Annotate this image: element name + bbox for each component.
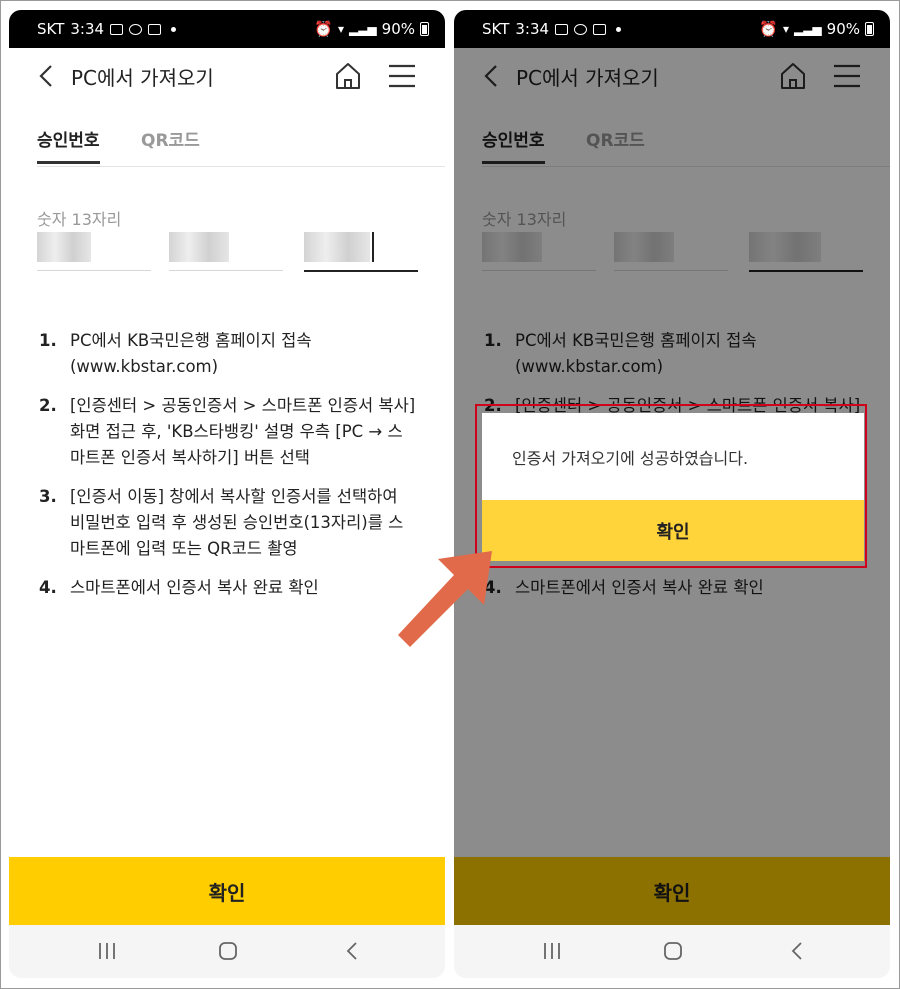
- masked-digits: [169, 232, 229, 262]
- home-icon[interactable]: [333, 61, 363, 91]
- approval-number-input-1[interactable]: [37, 232, 151, 271]
- tab-approval-number[interactable]: 승인번호: [37, 126, 100, 164]
- instruction-list: 1. PC에서 KB국민은행 홈페이지 접속 (www.kbstar.com) 2.…: [39, 328, 434, 614]
- back-nav-icon[interactable]: [784, 938, 810, 964]
- home-nav-icon[interactable]: [215, 938, 241, 964]
- system-nav-bar: [454, 925, 890, 978]
- wifi-icon: ▾: [337, 22, 344, 36]
- instruction-item: 3.[인증서 이동] 창에서 복사할 인증서를 선택하여비밀번호 입력 후 생성…: [39, 487, 404, 558]
- talk-icon: [574, 23, 588, 35]
- highlight-box: [475, 404, 867, 568]
- status-carrier: SKT: [37, 20, 65, 38]
- status-bar: SKT 3:34 ⏰ ▾ ▂▃▅ 90%: [454, 10, 890, 48]
- status-bar: SKT 3:34 ⏰ ▾ ▂▃▅ 90%: [9, 10, 445, 48]
- recent-apps-icon[interactable]: [94, 938, 120, 964]
- alarm-icon: ⏰: [759, 20, 778, 38]
- status-carrier: SKT: [482, 20, 510, 38]
- gallery-icon: [555, 23, 569, 35]
- instruction-item: 4. 스마트폰에서 인증서 복사 완료 확인: [39, 578, 319, 597]
- signal-icon: ▂▃▅: [793, 22, 822, 36]
- back-icon[interactable]: [33, 62, 61, 90]
- wifi-icon: ▾: [782, 22, 789, 36]
- menu-icon[interactable]: [387, 62, 417, 90]
- status-battery: 90%: [826, 20, 860, 38]
- gallery-icon: [110, 23, 124, 35]
- status-time: 3:34: [70, 20, 105, 38]
- notification-dot-icon: [171, 26, 177, 32]
- status-battery: 90%: [381, 20, 415, 38]
- tab-qr-code[interactable]: QR코드: [141, 126, 200, 161]
- home-nav-icon[interactable]: [660, 938, 686, 964]
- youtube-icon: [148, 23, 162, 35]
- masked-digits: [37, 232, 91, 262]
- phone-screen-before: SKT 3:34 ⏰ ▾ ▂▃▅ 90% PC에서 가져오기 승인번호 QR코드…: [9, 10, 445, 978]
- battery-icon: [865, 22, 874, 36]
- instruction-item: 1. PC에서 KB국민은행 홈페이지 접속 (www.kbstar.com): [39, 331, 312, 376]
- back-nav-icon[interactable]: [339, 938, 365, 964]
- app-bar: PC에서 가져오기: [9, 48, 445, 104]
- recent-apps-icon[interactable]: [539, 938, 565, 964]
- status-time: 3:34: [515, 20, 550, 38]
- youtube-icon: [593, 23, 607, 35]
- system-nav-bar: [9, 925, 445, 978]
- signal-icon: ▂▃▅: [348, 22, 377, 36]
- tab-bar: 승인번호 QR코드: [37, 126, 445, 167]
- instruction-item: 2.[인증센터 > 공동인증서 > 스마트폰 인증서 복사]화면 접근 후, '…: [39, 396, 416, 467]
- masked-digits: [304, 232, 370, 262]
- talk-icon: [129, 23, 143, 35]
- text-cursor: [372, 232, 374, 262]
- approval-number-label: 숫자 13자리: [37, 210, 122, 229]
- approval-number-input-3[interactable]: [304, 232, 418, 272]
- pointer-arrow-icon: [398, 551, 492, 647]
- alarm-icon: ⏰: [314, 20, 333, 38]
- notification-dot-icon: [616, 26, 622, 32]
- approval-number-input-2[interactable]: [169, 232, 283, 271]
- confirm-button[interactable]: 확인: [9, 857, 445, 925]
- battery-icon: [420, 22, 429, 36]
- page-title: PC에서 가져오기: [71, 66, 214, 90]
